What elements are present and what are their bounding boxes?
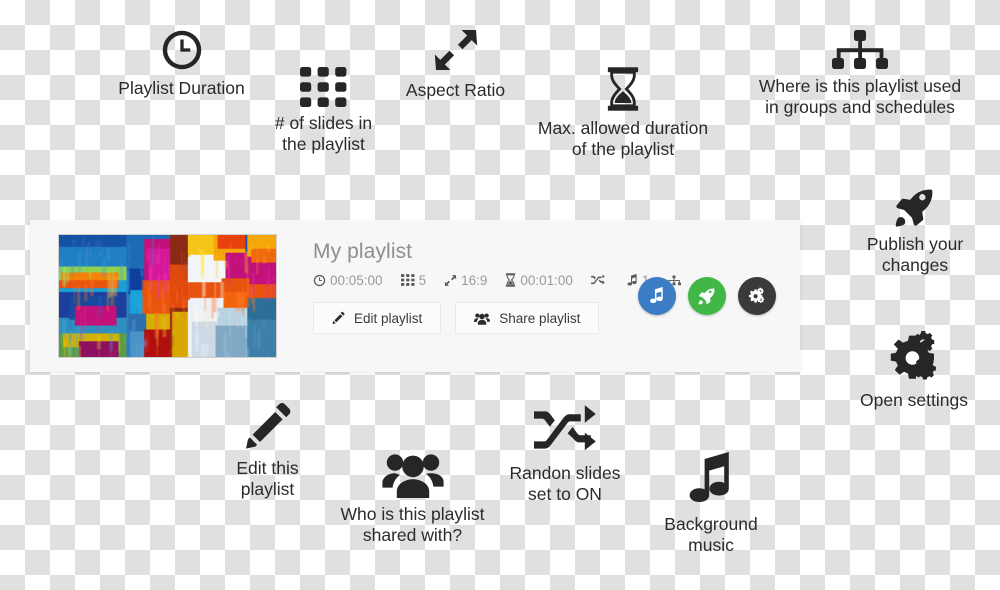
annotation-label: Publish your changes [867, 234, 963, 275]
rocket-icon [698, 287, 716, 305]
playlist-thumbnail[interactable] [58, 234, 277, 358]
grid-icon [401, 274, 415, 286]
annotation-label: Who is this playlist shared with? [341, 504, 485, 545]
annotation-random-slides: Randon slides set to ON [495, 403, 635, 504]
annotation-label: # of slides in the playlist [275, 113, 372, 154]
music-note-icon [649, 287, 665, 305]
annotation-open-settings: Open settings [838, 330, 990, 411]
meta-duration: 00:05:00 [313, 273, 383, 288]
annotation-publish-changes: Publish your changes [840, 186, 990, 275]
page-title: My playlist [313, 240, 800, 264]
pencil-icon [244, 400, 292, 452]
annotation-max-duration: Max. allowed duration of the playlist [523, 66, 723, 159]
playlist-card: My playlist 00:05:00 5 16:9 00:01:00 Edi… [30, 220, 800, 372]
annotation-label: Playlist Duration [118, 78, 244, 99]
pencil-icon [332, 311, 345, 325]
meta-slide-count-value: 5 [419, 273, 427, 288]
hourglass-icon [606, 66, 640, 112]
annotation-playlist-usage: Where is this playlist used in groups an… [740, 30, 980, 117]
shuffle-icon [534, 403, 596, 457]
annotation-label: Background music [664, 514, 757, 555]
annotation-edit-playlist: Edit this playlist [205, 400, 330, 499]
clock-icon [160, 28, 204, 72]
annotation-playlist-duration: Playlist Duration [104, 28, 259, 99]
edit-playlist-button[interactable]: Edit playlist [313, 302, 441, 334]
meta-slide-count: 5 [401, 273, 427, 288]
music-note-icon [688, 452, 734, 508]
music-note-icon [627, 274, 638, 287]
annotation-background-music: Background music [645, 452, 777, 555]
meta-aspect-ratio-value: 16:9 [461, 273, 487, 288]
thumbnail-image [59, 235, 276, 357]
gears-icon [748, 287, 767, 305]
meta-aspect-ratio: 16:9 [444, 273, 487, 288]
edit-playlist-label: Edit playlist [354, 311, 422, 326]
sitemap-icon [832, 30, 888, 70]
settings-button[interactable] [738, 277, 776, 315]
meta-duration-value: 00:05:00 [330, 273, 383, 288]
grid-icon [300, 67, 348, 107]
meta-max-duration-value: 00:01:00 [520, 273, 573, 288]
users-icon [382, 450, 444, 498]
annotation-shared-with: Who is this playlist shared with? [325, 450, 500, 545]
annotation-label: Randon slides set to ON [510, 463, 621, 504]
clock-icon [313, 274, 326, 287]
annotation-label: Max. allowed duration of the playlist [538, 118, 708, 159]
screenshot-stage: Playlist Duration # of slides in the pla… [0, 0, 1000, 590]
annotation-slide-count: # of slides in the playlist [251, 67, 396, 154]
publish-button[interactable] [688, 277, 726, 315]
users-icon [474, 312, 490, 325]
share-playlist-button[interactable]: Share playlist [455, 302, 599, 334]
rocket-icon [894, 186, 936, 228]
annotation-label: Edit this playlist [236, 458, 298, 499]
annotation-label: Where is this playlist used in groups an… [759, 76, 961, 117]
shuffle-icon [591, 274, 605, 286]
background-music-button[interactable] [638, 277, 676, 315]
playlist-round-buttons [638, 277, 776, 315]
hourglass-icon [505, 273, 516, 287]
expand-arrows-icon [432, 26, 480, 74]
gears-icon [886, 330, 942, 384]
meta-max-duration: 00:01:00 [505, 273, 573, 288]
share-playlist-label: Share playlist [499, 311, 580, 326]
annotation-label: Aspect Ratio [406, 80, 505, 101]
meta-shuffle [591, 274, 609, 286]
aspect-icon [444, 274, 457, 287]
annotation-label: Open settings [860, 390, 968, 411]
annotation-aspect-ratio: Aspect Ratio [388, 26, 523, 101]
